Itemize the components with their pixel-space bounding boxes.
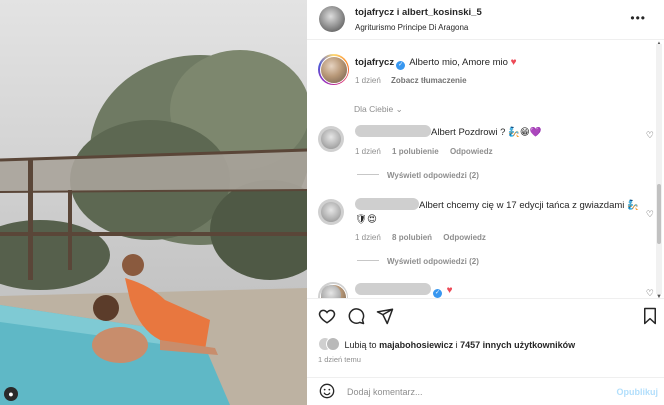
likes-prefix: Lubią to xyxy=(344,340,377,350)
comments-scrollbar[interactable] xyxy=(656,44,662,294)
verified-icon: ✓ xyxy=(396,61,406,70)
likes-count[interactable]: 7457 innych użytkowników xyxy=(460,340,575,350)
post-header: tojafrycz i albert_kosinski_5 Agriturism… xyxy=(307,0,664,40)
caption-meta: 1 dzień Zobacz tłumaczenie xyxy=(355,76,475,85)
comment-text: Albert chcemy cię w 17 edycji tańca z gw… xyxy=(355,198,639,225)
comment-avatar[interactable] xyxy=(318,126,344,152)
comment-avatar[interactable] xyxy=(318,199,344,225)
post-authors[interactable]: tojafrycz i albert_kosinski_5 xyxy=(355,7,482,18)
more-icon[interactable]: ••• xyxy=(630,11,646,25)
likes-middle: i xyxy=(455,340,458,350)
redacted-username xyxy=(355,125,431,137)
sort-dropdown[interactable]: Dla Ciebie ⌄ xyxy=(354,104,403,115)
comment-avatar[interactable] xyxy=(318,282,348,298)
photo-scene xyxy=(0,50,307,405)
reply-button[interactable]: Odpowiedz xyxy=(443,233,486,242)
reply-button[interactable]: Odpowiedz xyxy=(450,147,493,156)
add-comment-bar: Opublikuj xyxy=(307,377,664,405)
comment-text: Albert Pozdrowi ? 🧞😁💜 xyxy=(355,125,640,140)
comment-likes[interactable]: 1 polubienie xyxy=(392,147,439,156)
caption-avatar[interactable] xyxy=(318,54,349,85)
comment-like-heart-icon[interactable]: ♡ xyxy=(646,288,654,298)
caption-text: Alberto mio, Amore mio xyxy=(409,57,508,68)
comment-meta: 1 dzień 8 polubień Odpowiedz xyxy=(355,233,495,242)
translate-link[interactable]: Zobacz tłumaczenie xyxy=(391,76,467,85)
redacted-username xyxy=(355,283,431,295)
user-tag-icon[interactable]: ● xyxy=(4,387,18,401)
comment-time[interactable]: 1 dzień xyxy=(355,233,381,242)
redacted-username xyxy=(355,198,419,210)
publish-button[interactable]: Opublikuj xyxy=(617,387,659,397)
comment-icon[interactable] xyxy=(347,307,365,325)
emoji-icon[interactable] xyxy=(319,383,335,399)
chevron-down-icon: ⌄ xyxy=(395,104,403,114)
verified-icon: ✓ xyxy=(433,289,442,298)
liker-username[interactable]: majabohosiewicz xyxy=(379,340,453,350)
comment-text: ✓ ♥ xyxy=(355,283,640,298)
comment-input[interactable] xyxy=(347,384,597,400)
divider-line xyxy=(357,174,379,175)
post-location[interactable]: Agriturismo Principe Di Aragona xyxy=(355,23,468,32)
comment-emoji: 🧞😁💜 xyxy=(508,127,542,138)
comments-area[interactable]: tojafrycz ✓ Alberto mio, Amore mio ♥ 1 dz… xyxy=(307,40,664,298)
divider-line xyxy=(357,260,379,261)
liker-avatar xyxy=(326,337,340,351)
comment-like-heart-icon[interactable]: ♡ xyxy=(646,209,654,220)
scrollbar-thumb[interactable] xyxy=(657,184,661,244)
share-icon[interactable] xyxy=(376,307,394,325)
likes-summary: Lubią to majabohosiewicz i 7457 innych u… xyxy=(318,337,575,351)
caption-text-line: tojafrycz ✓ Alberto mio, Amore mio ♥ xyxy=(355,57,517,70)
caption-username[interactable]: tojafrycz xyxy=(355,57,394,68)
sort-label: Dla Ciebie xyxy=(354,104,394,114)
view-replies-button[interactable]: Wyświetl odpowiedzi (2) xyxy=(357,171,479,180)
view-replies-button[interactable]: Wyświetl odpowiedzi (2) xyxy=(357,257,479,266)
comment-like-heart-icon[interactable]: ♡ xyxy=(646,130,654,141)
heart-icon[interactable] xyxy=(318,307,336,325)
post-side-panel: tojafrycz i albert_kosinski_5 Agriturism… xyxy=(307,0,664,405)
header-avatar[interactable] xyxy=(319,6,345,32)
heart-emoji: ♥ xyxy=(446,285,453,296)
comment-likes[interactable]: 8 polubień xyxy=(392,233,432,242)
heart-emoji: ♥ xyxy=(510,57,517,68)
comment-meta: 1 dzień 1 polubienie Odpowiedz xyxy=(355,147,502,156)
bookmark-icon[interactable] xyxy=(642,307,658,325)
caption-time[interactable]: 1 dzień xyxy=(355,76,381,85)
post-date[interactable]: 1 dzień temu xyxy=(318,355,361,364)
action-bar xyxy=(307,298,664,332)
comment-time[interactable]: 1 dzień xyxy=(355,147,381,156)
post-photo: ● xyxy=(0,0,307,405)
